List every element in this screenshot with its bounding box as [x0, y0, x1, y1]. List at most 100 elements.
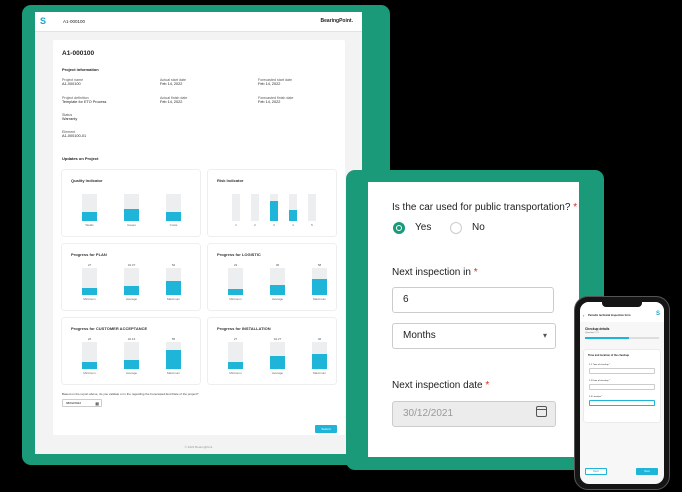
header-project-id: A1-000100: [63, 19, 86, 24]
indicator-bar-label: Issues: [127, 223, 136, 227]
progress-logistic-card: Progress for LOGISTIC Minimum 23 Average 36 M…: [208, 244, 336, 310]
date-input-value: 08/02/2022: [66, 401, 82, 405]
indicator-bar: [308, 194, 316, 221]
indicator-bar: [166, 342, 181, 369]
checkup-section-card: Time and location of the checkup 1.1 Tim…: [584, 350, 660, 422]
indicator-bar-fill: [228, 361, 243, 369]
indicator-bar: [166, 194, 181, 221]
submit-button[interactable]: Submit: [315, 425, 337, 433]
risk-indicator-card: Risk Indicator 12345: [208, 170, 336, 236]
quality-indicator-card: Quality Indicator Welds Issues Costs: [62, 170, 200, 236]
indicator-bar: [228, 268, 243, 295]
indicator-bar-label: Average: [125, 371, 138, 375]
indicator-bar-fill: [312, 354, 327, 369]
indicator-bar-fill: [124, 208, 139, 221]
subheading: Time and location of the checkup: [588, 354, 630, 357]
field-project-name: Project name A1-000100: [62, 78, 84, 86]
indicator-bar: [251, 194, 259, 221]
indicator-bar-label: Minimum: [83, 297, 96, 301]
radio-yes-label[interactable]: Yes: [415, 222, 431, 233]
phone-title: Periodic technical inspection form: [588, 314, 631, 317]
calendar-icon[interactable]: ▦: [95, 400, 99, 407]
project-card: A1-000100 Project information Project na…: [53, 40, 345, 435]
indicator-bar-value: 52: [171, 263, 176, 267]
indicator-bar-fill: [82, 211, 97, 221]
updates-heading: Updates on Project: [62, 156, 99, 161]
indicator-bar-value: 34.37: [127, 263, 136, 267]
page-title: A1-000100: [62, 50, 95, 57]
indicator-bar-label: Costs: [169, 223, 178, 227]
indicator-bar-fill: [289, 210, 297, 221]
indicator-bar: [228, 342, 243, 369]
field2-label: 1.2 Date of checkup *: [589, 380, 610, 382]
field-status: Status Warranty: [62, 113, 78, 121]
indicator-bar-fill: [228, 288, 243, 295]
question-next-date: Next inspection date *: [392, 380, 490, 391]
app-logo-icon: S: [656, 311, 661, 317]
indicator-bar: [312, 342, 327, 369]
form-screen: Is the car used for public transportatio…: [368, 182, 579, 457]
inspection-interval-input[interactable]: 6: [392, 287, 554, 313]
phone-notch: [602, 302, 642, 307]
indicator-bar-label: Average: [271, 371, 284, 375]
inspection-date-value: 30/12/2021: [403, 408, 454, 419]
indicator-bar-fill: [82, 287, 97, 295]
indicator-bar: [124, 194, 139, 221]
quality-title: Quality Indicator: [71, 178, 103, 183]
indicator-bar: [166, 268, 181, 295]
app-logo-icon[interactable]: S: [40, 16, 46, 26]
project-info-heading: Project information: [62, 67, 99, 72]
indicator-bar: [270, 342, 285, 369]
inspection-unit-select[interactable]: Months ▾: [392, 323, 556, 349]
next-button[interactable]: Next: [636, 468, 658, 475]
indicator-bar-value: 55: [171, 337, 176, 341]
indicator-bar-label: Minimum: [229, 371, 242, 375]
inspection-date-input[interactable]: 30/12/2021: [392, 401, 556, 427]
radio-no[interactable]: [450, 222, 462, 234]
field-project-definition: Project definition Template for ETO Proce…: [62, 96, 107, 104]
indicator-bar-value: 26: [87, 337, 92, 341]
indicator-bar-fill: [82, 361, 97, 369]
back-button[interactable]: Back: [585, 468, 607, 475]
location-input[interactable]: [589, 400, 655, 406]
indicator-bar: [82, 268, 97, 295]
indicator-bar-fill: [124, 285, 139, 295]
indicator-bar-fill: [270, 355, 285, 369]
indicator-bar-value: 23: [233, 263, 238, 267]
validation-question: Based on the report above, do you valida…: [62, 392, 199, 396]
indicator-bar-fill: [166, 211, 181, 221]
radio-yes[interactable]: [393, 222, 405, 234]
date-input[interactable]: [589, 384, 655, 390]
risk-title: Risk Indicator: [217, 178, 244, 183]
indicator-bar: [270, 194, 278, 221]
radio-no-label[interactable]: No: [472, 222, 485, 233]
field-forecast-start: Forecasted start date Feb 14, 2022: [258, 78, 292, 86]
step-indicator: Question 1 / 3: [585, 332, 599, 334]
field1-label: 1.1 Time of checkup *: [589, 364, 611, 366]
indicator-bar-label: Maximum: [312, 371, 326, 375]
question-next-inspection: Next inspection in *: [392, 267, 478, 278]
indicator-bar: [124, 342, 139, 369]
indicator-bar: [82, 342, 97, 369]
indicator-bar-label: Maximum: [312, 297, 326, 301]
section-title: Checkup details: [585, 327, 610, 331]
chevron-down-icon[interactable]: ▾: [543, 324, 547, 348]
progress-installation-card: Progress for INSTALLATION Minimum 27 Averag…: [208, 318, 336, 384]
phone-screen: ‹ Periodic technical inspection form S C…: [580, 302, 664, 484]
field-actual-start: Actual start date Feb 14, 2022: [160, 78, 186, 86]
indicator-bar-value: 34.27: [273, 337, 282, 341]
indicator-bar-fill: [312, 279, 327, 295]
indicator-bar-label: 5: [311, 223, 313, 227]
indicator-bar: [270, 268, 285, 295]
field-element: Element A1-000100-01: [62, 130, 87, 138]
indicator-bar-fill: [124, 360, 139, 369]
time-input[interactable]: [589, 368, 655, 374]
indicator-bar: [82, 194, 97, 221]
indicator-bar: [289, 194, 297, 221]
field3-label: 1.3 Location *: [589, 396, 603, 398]
indicator-bar-value: 27: [87, 263, 92, 267]
calendar-icon[interactable]: [536, 406, 547, 417]
indicator-bar-fill: [270, 285, 285, 295]
date-input[interactable]: 08/02/2022 ▦: [62, 399, 102, 407]
back-arrow-icon[interactable]: ‹: [583, 313, 584, 318]
